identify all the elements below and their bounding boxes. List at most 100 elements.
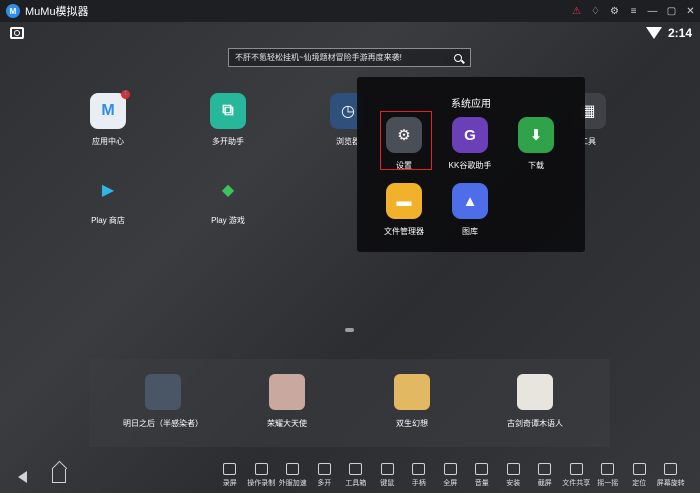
dock-game[interactable]: 明日之后（半感染者） [108, 374, 218, 429]
screenshot-notification-icon [10, 27, 24, 39]
play-games-icon: ◆ [221, 182, 235, 199]
home-icon[interactable] [52, 469, 66, 483]
toolbar-label: 手柄 [411, 480, 426, 487]
gamepad-icon [412, 463, 426, 475]
toolbar-button[interactable]: 安装 [498, 460, 530, 493]
accelerate-icon [286, 463, 300, 475]
fullscreen-icon [443, 463, 457, 475]
kk-google-icon: G [452, 117, 488, 153]
folder-app[interactable]: G KK谷歌助手 [438, 117, 502, 171]
search-bar[interactable]: 不肝不氪轻松挂机~仙境题材冒险手游再度来袭! [228, 48, 471, 67]
back-icon[interactable] [18, 471, 27, 483]
app-label: Play 商店 [91, 216, 125, 225]
game-gujian-icon [517, 374, 553, 410]
home-app[interactable]: M 1 应用中心 [73, 90, 143, 147]
game-twin-fantasy-icon [394, 374, 430, 410]
app-label: 古剑奇谭木语人 [507, 419, 563, 428]
toolbar-button[interactable]: 操作录制 [246, 460, 278, 493]
page-indicator [345, 328, 354, 332]
location-icon [632, 463, 646, 475]
toolbar-button[interactable]: 工具箱 [340, 460, 372, 493]
home-app[interactable]: ▶ Play 商店 [73, 172, 143, 226]
folder-app[interactable]: ▲ 图库 [438, 183, 502, 237]
app-label: 应用中心 [92, 137, 124, 146]
dock-game[interactable]: 荣耀大天使 [232, 374, 342, 429]
toolbar-label: 录屏 [222, 480, 237, 487]
file-share-icon [569, 463, 583, 475]
app-label: 图库 [462, 227, 478, 236]
toolbar-label: 工具箱 [345, 480, 367, 487]
toolbar-button[interactable]: 摇一摇 [592, 460, 624, 493]
gallery-icon: ▲ [452, 183, 488, 219]
app-label: 双生幻想 [396, 419, 428, 428]
settings-icon[interactable]: ⚙ [605, 0, 624, 22]
toolbox-icon [349, 463, 363, 475]
toolbar-button[interactable]: 定位 [624, 460, 656, 493]
toolbar-label: 操作录制 [247, 480, 276, 487]
search-icon[interactable] [454, 53, 462, 62]
toolbar-label: 安装 [506, 480, 521, 487]
download-icon: ⬇ [518, 117, 554, 153]
toolbar-button[interactable]: 录屏 [214, 460, 246, 493]
folder-title: 系统应用 [451, 99, 491, 110]
folder-app[interactable]: ⬇ 下载 [504, 117, 568, 171]
toolbar-button[interactable]: 截屏 [529, 460, 561, 493]
status-clock: 2:14 [668, 26, 693, 40]
toolbar-button[interactable]: 键鼠 [372, 460, 404, 493]
toolbar-label: 全屏 [443, 480, 458, 487]
macro-record-icon [254, 463, 268, 475]
home-app[interactable]: ⧉ 多开助手 [193, 93, 263, 147]
bottom-toolbar: 录屏 操作录制 外服加速 多开 工具箱 键鼠 手柄 全屏 音量 安装 截屏 文件共享 摇一摇 定位 屏幕旋转 [0, 460, 700, 493]
dock-game[interactable]: 古剑奇谭木语人 [480, 374, 590, 429]
toolbar-label: 截屏 [537, 480, 552, 487]
toolbar-button[interactable]: 全屏 [435, 460, 467, 493]
game-archangel-icon [269, 374, 305, 410]
search-ad-text: 不肝不氪轻松挂机~仙境题材冒险手游再度来袭! [235, 53, 402, 62]
restore-icon[interactable]: ▢ [662, 0, 681, 22]
toolbar-button[interactable]: 屏幕旋转 [655, 460, 687, 493]
keyboard-icon [380, 463, 394, 475]
app-label: 文件管理器 [384, 227, 424, 236]
app-label: 荣耀大天使 [267, 419, 307, 428]
toolbar-button[interactable]: 手柄 [403, 460, 435, 493]
menu-icon[interactable]: ≡ [624, 0, 643, 22]
app-label: Play 游戏 [211, 216, 245, 225]
app-label: 明日之后（半感染者） [123, 419, 203, 428]
window-controls: ⚠ ♢ ⚙ ≡ — ▢ ✕ [567, 0, 700, 22]
app-title: MuMu模拟器 [25, 6, 89, 18]
notification-icon[interactable]: ♢ [586, 0, 605, 22]
dock-game[interactable]: 双生幻想 [357, 374, 467, 429]
title-bar: M MuMu模拟器 ⚠ ♢ ⚙ ≡ — ▢ ✕ [0, 0, 700, 22]
screenshot-icon [538, 463, 552, 475]
toolbar-button[interactable]: 音量 [466, 460, 498, 493]
toolbar-label: 音量 [474, 480, 489, 487]
multi-instance-icon [317, 463, 331, 475]
toolbar-label: 多开 [317, 480, 332, 487]
toolbar-label: 键鼠 [380, 480, 395, 487]
toolbar-label: 定位 [632, 480, 647, 487]
alert-icon[interactable]: ⚠ [567, 0, 586, 22]
toolbar-button[interactable]: 文件共享 [561, 460, 593, 493]
multi-open-icon: ⧉ [210, 93, 246, 129]
game-lifeafter-icon [145, 374, 181, 410]
app-label: KK谷歌助手 [448, 161, 492, 170]
volume-icon [475, 463, 489, 475]
mumu-logo-icon: M [6, 4, 20, 18]
folder-app[interactable]: ▬ 文件管理器 [372, 183, 436, 237]
toolbar-button[interactable]: 多开 [309, 460, 341, 493]
close-icon[interactable]: ✕ [681, 0, 700, 22]
android-status-bar: 2:14 [0, 22, 700, 46]
selection-highlight [380, 111, 432, 170]
app-center-icon: M1 [90, 90, 130, 129]
toolbar-label: 屏幕旋转 [656, 480, 685, 487]
toolbar-label: 外服加速 [278, 480, 307, 487]
app-label: 下载 [528, 161, 544, 170]
minimize-icon[interactable]: — [643, 0, 662, 22]
app-label: 多开助手 [212, 137, 244, 146]
toolbar-label: 文件共享 [562, 480, 591, 487]
toolbar-label: 摇一摇 [597, 480, 619, 487]
home-app[interactable]: ◆ Play 游戏 [193, 172, 263, 226]
shake-icon [601, 463, 615, 475]
notification-badge: 1 [121, 90, 130, 99]
toolbar-button[interactable]: 外服加速 [277, 460, 309, 493]
